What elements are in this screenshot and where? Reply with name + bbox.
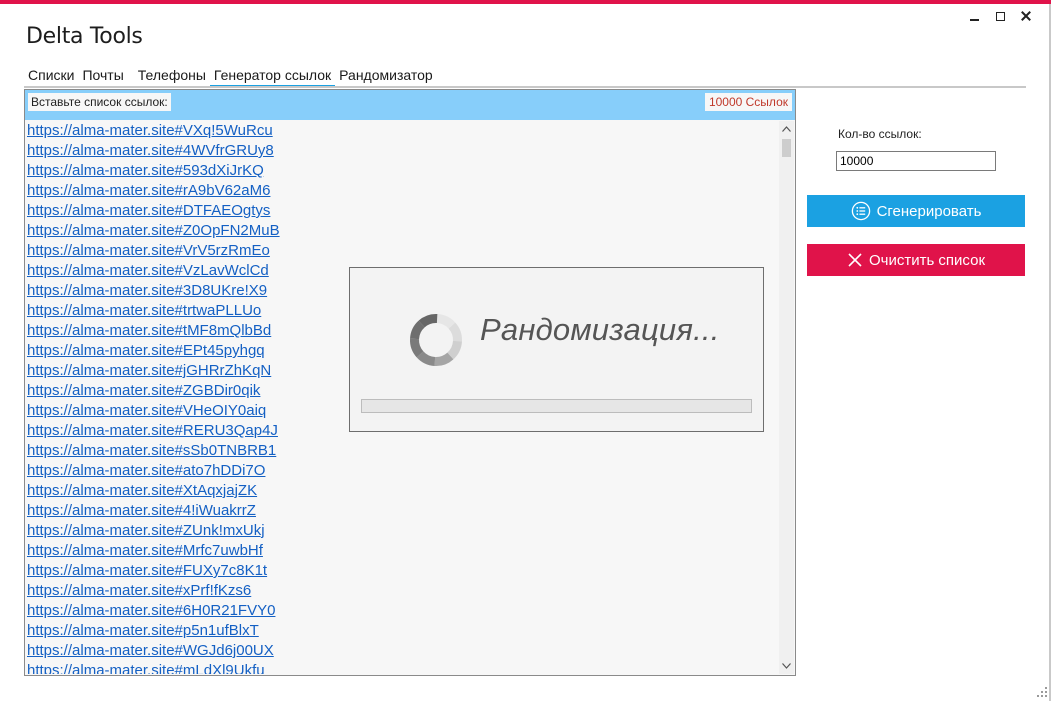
loading-overlay: Рандомизация...: [349, 267, 764, 432]
list-circle-icon: [851, 201, 870, 221]
link-list-header-label: Вставьте список ссылок:: [28, 93, 171, 111]
chevron-down-icon: [782, 663, 791, 669]
clear-list-button[interactable]: Очистить список: [807, 244, 1025, 276]
link-item[interactable]: https://alma-mater.site#4WVfrGRUy8: [27, 141, 779, 161]
close-icon: [1021, 11, 1031, 21]
link-item[interactable]: https://alma-mater.site#sSb0TNBRB1: [27, 441, 779, 461]
link-item[interactable]: https://alma-mater.site#ZUnk!mxUkj: [27, 521, 779, 541]
link-item[interactable]: https://alma-mater.site#6H0R21FVY0: [27, 601, 779, 621]
link-item[interactable]: https://alma-mater.site#ato7hDDi7O: [27, 461, 779, 481]
maximize-button[interactable]: [987, 8, 1013, 24]
app-title: Delta Tools: [26, 24, 143, 49]
tab-3[interactable]: Генератор ссылок: [209, 66, 336, 88]
window-controls: [961, 8, 1039, 24]
link-item[interactable]: https://alma-mater.site#VrV5rzRmEo: [27, 241, 779, 261]
link-count-input[interactable]: [836, 151, 996, 171]
tab-bar: Списки Почты Телефоны Генератор ссылок Рандо…: [24, 66, 437, 88]
link-count-label: 10000 Ссылок: [704, 93, 792, 111]
progress-bar: [361, 399, 752, 413]
link-item[interactable]: https://alma-mater.site#VXq!5WuRcu: [27, 121, 779, 141]
clear-list-button-label: Очистить список: [868, 251, 986, 269]
window-top-accent-bar: [0, 0, 1051, 4]
link-item[interactable]: https://alma-mater.site#Z0OpFN2MuB: [27, 221, 779, 241]
tab-0[interactable]: Списки: [24, 66, 78, 88]
scrollbar-thumb[interactable]: [782, 139, 791, 157]
link-item[interactable]: https://alma-mater.site#xPrf!fKzs6: [27, 581, 779, 601]
close-icon: [848, 253, 862, 267]
link-item[interactable]: https://alma-mater.site#Mrfc7uwbHf: [27, 541, 779, 561]
maximize-icon: [995, 11, 1005, 21]
link-item[interactable]: https://alma-mater.site#mLdXl9Ukfu: [27, 661, 779, 674]
tab-2[interactable]: Телефоны: [134, 66, 210, 88]
generate-button-label: Сгенерировать: [876, 202, 982, 220]
link-item[interactable]: https://alma-mater.site#rA9bV62aM6: [27, 181, 779, 201]
loading-text: Рандомизация...: [480, 312, 720, 347]
scroll-down-arrow[interactable]: [779, 658, 794, 674]
link-item[interactable]: https://alma-mater.site#p5n1ufBlxT: [27, 621, 779, 641]
minimize-button[interactable]: [961, 8, 987, 24]
link-item[interactable]: https://alma-mater.site#WGJd6j00UX: [27, 641, 779, 661]
link-item[interactable]: https://alma-mater.site#4!iWuakrrZ: [27, 501, 779, 521]
link-count-field-label: Кол-во ссылок:: [838, 127, 922, 141]
chevron-up-icon: [782, 126, 791, 132]
link-item[interactable]: https://alma-mater.site#593dXiJrKQ: [27, 161, 779, 181]
tab-1[interactable]: Почты: [78, 66, 127, 88]
tab-4[interactable]: Рандомизатор: [335, 66, 437, 88]
generate-button[interactable]: Сгенерировать: [807, 195, 1025, 227]
close-window-button[interactable]: [1013, 8, 1039, 24]
loading-spinner-icon: [410, 314, 462, 366]
link-list-header: Вставьте список ссылок: 10000 Ссылок: [25, 90, 795, 120]
tab-bar-divider: [24, 86, 1026, 88]
link-item[interactable]: https://alma-mater.site#FUXy7c8K1t: [27, 561, 779, 581]
vertical-scrollbar[interactable]: [779, 121, 794, 674]
link-item[interactable]: https://alma-mater.site#DTFAEOgtys: [27, 201, 779, 221]
minimize-icon: [969, 19, 979, 21]
link-item[interactable]: https://alma-mater.site#XtAqxjajZK: [27, 481, 779, 501]
scroll-up-arrow[interactable]: [779, 121, 794, 137]
resize-grip-icon[interactable]: [1037, 687, 1047, 697]
